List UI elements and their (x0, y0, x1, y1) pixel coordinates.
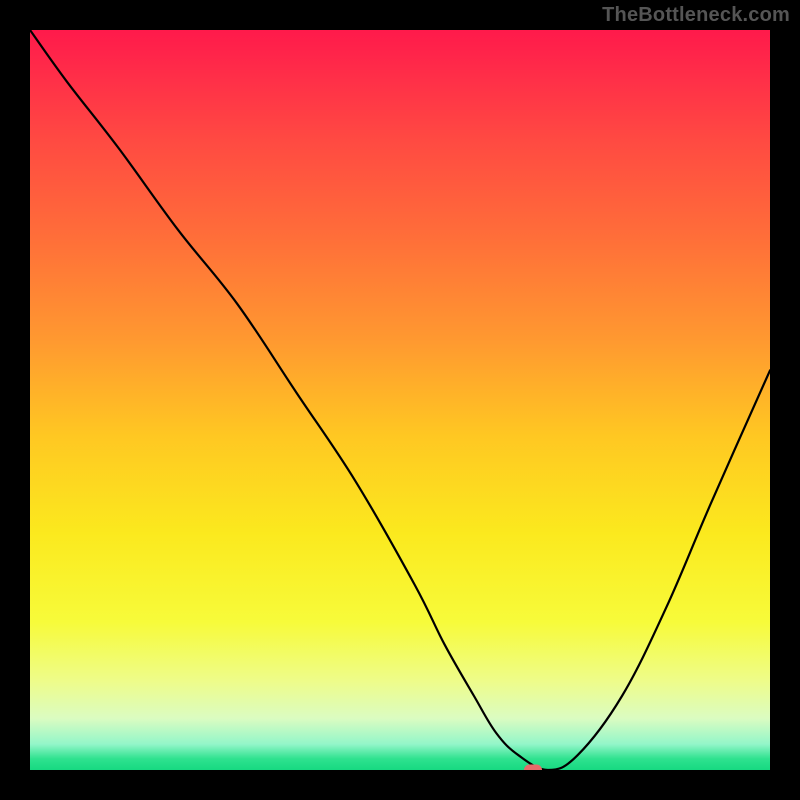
watermark-text: TheBottleneck.com (602, 4, 790, 27)
plot-area (30, 30, 770, 770)
curve-layer (30, 30, 770, 770)
bottleneck-curve-path (30, 30, 770, 770)
chart-frame: TheBottleneck.com (0, 0, 800, 800)
optimal-point-marker (524, 765, 542, 771)
